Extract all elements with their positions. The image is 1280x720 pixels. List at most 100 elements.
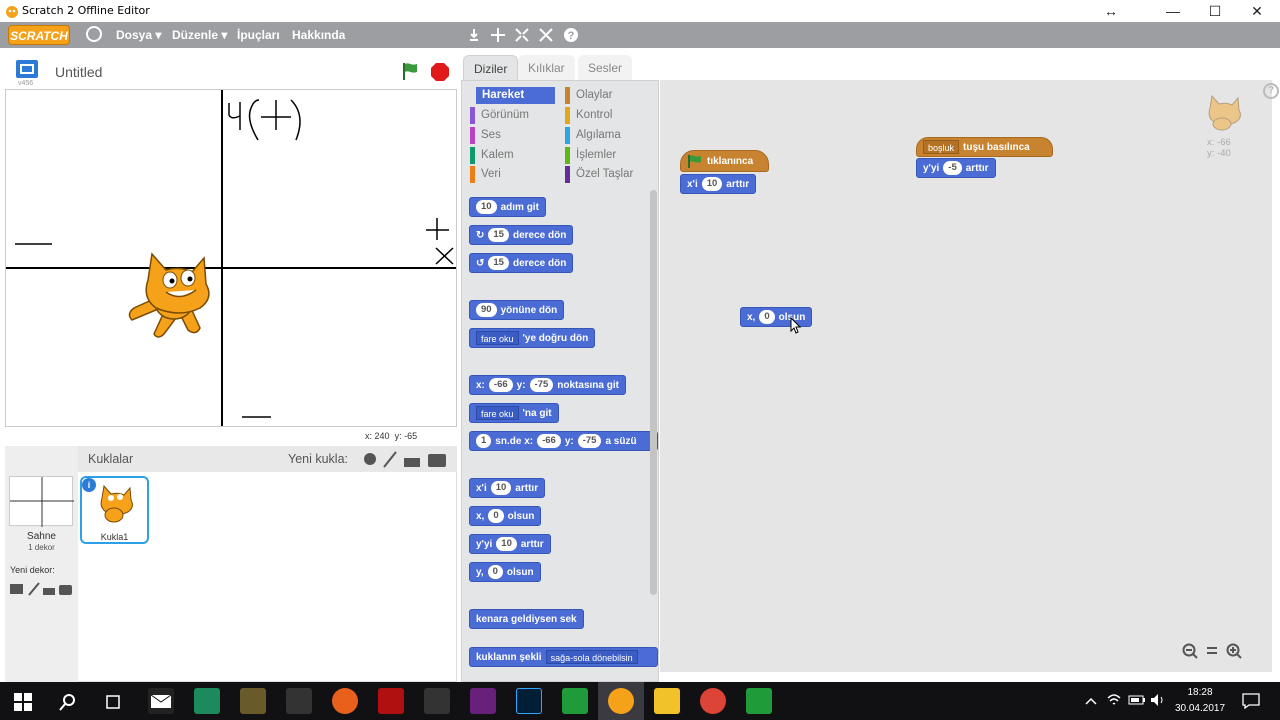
- new-sprite-icons[interactable]: [362, 450, 452, 468]
- resize-icon[interactable]: ↔: [1088, 0, 1134, 22]
- category-more-blocks[interactable]: Özel Taşlar: [570, 166, 633, 183]
- key-dropdown[interactable]: boşluk: [923, 140, 960, 154]
- category-events[interactable]: Olaylar: [570, 87, 612, 104]
- block-input[interactable]: 0: [487, 565, 503, 579]
- chrome-icon[interactable]: [700, 688, 726, 714]
- category-pen[interactable]: Kalem: [475, 147, 514, 164]
- category-operators[interactable]: İşlemler: [570, 147, 616, 164]
- photoshop-icon[interactable]: [516, 688, 542, 714]
- block-point-towards[interactable]: fare oku'ye doğru dön: [469, 328, 596, 348]
- block-set-y[interactable]: y, 0 olsun: [469, 562, 541, 582]
- block-change-x[interactable]: x'i 10 arttır: [469, 478, 546, 498]
- block-input[interactable]: -66: [488, 378, 513, 392]
- mail-icon[interactable]: [148, 688, 174, 714]
- tank-game-icon[interactable]: [286, 688, 312, 714]
- firefox-icon[interactable]: [332, 688, 358, 714]
- block-point-direction[interactable]: 90 yönüne dön: [469, 300, 565, 320]
- project-title[interactable]: Untitled: [55, 64, 102, 80]
- block-move-steps[interactable]: 10 adım git: [469, 197, 546, 217]
- zoom-controls[interactable]: [1181, 642, 1247, 660]
- category-sensing[interactable]: Algılama: [570, 127, 621, 144]
- file-explorer-icon[interactable]: [654, 688, 680, 714]
- block-dropdown[interactable]: sağa-sola dönebilsin: [545, 650, 638, 664]
- block-turn-right[interactable]: ↻ 15 derece dön: [469, 225, 574, 245]
- block-change-y[interactable]: y'yi 10 arttır: [469, 534, 551, 554]
- stop-icon[interactable]: [430, 62, 450, 82]
- chevron-up-icon[interactable]: [1084, 694, 1098, 708]
- cat-sprite[interactable]: [128, 252, 210, 338]
- block-input[interactable]: 10: [701, 177, 723, 191]
- block-rotation-style[interactable]: kuklanın şekli sağa-sola dönebilsin: [469, 647, 658, 667]
- menu-tips[interactable]: İpuçları: [237, 28, 280, 42]
- minimize-button[interactable]: —: [1150, 0, 1196, 22]
- search-icon[interactable]: [59, 693, 77, 711]
- block-input[interactable]: 10: [476, 200, 497, 214]
- script-change-y-block[interactable]: y'yi -5 arttır: [916, 158, 996, 178]
- block-input[interactable]: 15: [488, 256, 509, 270]
- battery-icon[interactable]: [1128, 693, 1146, 707]
- volume-icon[interactable]: [1150, 693, 1166, 707]
- block-glide[interactable]: 1 sn.de x: -66 y: -75 a süzü: [469, 431, 658, 451]
- close-button[interactable]: ✕: [1234, 0, 1280, 22]
- script-change-x-block[interactable]: x'i 10 arttır: [680, 174, 757, 194]
- scratch-taskbar-active[interactable]: [598, 682, 644, 720]
- filezilla-icon[interactable]: [378, 688, 404, 714]
- category-control[interactable]: Kontrol: [570, 107, 612, 124]
- block-input[interactable]: 90: [476, 303, 497, 317]
- tab-scripts[interactable]: Diziler: [463, 55, 519, 81]
- wifi-icon[interactable]: [1106, 692, 1122, 708]
- block-input[interactable]: -75: [577, 434, 602, 448]
- category-data[interactable]: Veri: [475, 166, 501, 183]
- block-dropdown[interactable]: fare oku: [476, 406, 519, 420]
- notifications-icon[interactable]: [1242, 693, 1260, 709]
- block-turn-left[interactable]: ↺ 15 derece dön: [469, 253, 574, 273]
- block-set-x[interactable]: x, 0 olsun: [469, 506, 542, 526]
- stage-canvas[interactable]: [5, 89, 457, 427]
- category-motion[interactable]: Hareket: [476, 87, 555, 104]
- task-view-icon[interactable]: [104, 693, 122, 711]
- visual-studio-icon[interactable]: [470, 688, 496, 714]
- camtasia-recorder-icon[interactable]: [746, 688, 772, 714]
- block-input[interactable]: -5: [943, 161, 962, 175]
- app-b-icon[interactable]: [194, 688, 220, 714]
- help-icon[interactable]: ?: [1263, 83, 1279, 99]
- block-input[interactable]: 0: [759, 310, 775, 324]
- globe-icon[interactable]: [86, 26, 102, 42]
- presentation-mode-icon[interactable]: [15, 59, 39, 79]
- scratch-logo[interactable]: SCRATCH: [8, 25, 70, 45]
- block-input[interactable]: 10: [496, 537, 517, 551]
- tab-costumes[interactable]: Kılıklar: [518, 55, 575, 81]
- block-go-to[interactable]: fare oku'na git: [469, 403, 559, 423]
- block-input[interactable]: 0: [488, 509, 504, 523]
- block-go-to-xy[interactable]: x: -66 y: -75 noktasına git: [469, 375, 626, 395]
- maximize-button[interactable]: ☐: [1192, 0, 1238, 22]
- stage-thumbnail[interactable]: [9, 476, 74, 527]
- new-backdrop-icons[interactable]: [9, 582, 73, 596]
- block-dropdown[interactable]: fare oku: [476, 331, 519, 345]
- camtasia-icon[interactable]: [562, 688, 588, 714]
- block-input[interactable]: -66: [537, 434, 561, 448]
- help-icon[interactable]: ?: [562, 26, 580, 44]
- cut-icon[interactable]: [489, 26, 507, 44]
- sprite-tile-kukla1[interactable]: i Kukla1: [80, 476, 149, 544]
- tab-sounds[interactable]: Sesler: [578, 55, 633, 81]
- menu-edit[interactable]: Düzenle ▾: [172, 28, 227, 42]
- palette-scrollbar[interactable]: [650, 190, 657, 595]
- when-flag-clicked-hat[interactable]: tıklanınca: [680, 150, 769, 172]
- menu-about[interactable]: Hakkında: [292, 28, 345, 42]
- game-icon[interactable]: [240, 688, 266, 714]
- menu-file[interactable]: Dosya ▾: [116, 28, 161, 42]
- block-bounce[interactable]: kenara geldiysen sek: [469, 609, 584, 629]
- duplicate-icon[interactable]: [465, 26, 483, 44]
- windows-start-icon[interactable]: [14, 693, 32, 711]
- blender-icon[interactable]: [424, 688, 450, 714]
- block-input[interactable]: 15: [488, 228, 509, 242]
- category-looks[interactable]: Görünüm: [475, 107, 529, 124]
- green-flag-icon[interactable]: [400, 61, 420, 81]
- category-sound[interactable]: Ses: [475, 127, 501, 144]
- grow-icon[interactable]: [513, 26, 531, 44]
- block-input[interactable]: 1: [476, 434, 492, 448]
- when-key-pressed-hat[interactable]: boşluk tuşu basılınca: [916, 137, 1053, 157]
- block-input[interactable]: -75: [529, 378, 554, 392]
- block-input[interactable]: 10: [490, 481, 512, 495]
